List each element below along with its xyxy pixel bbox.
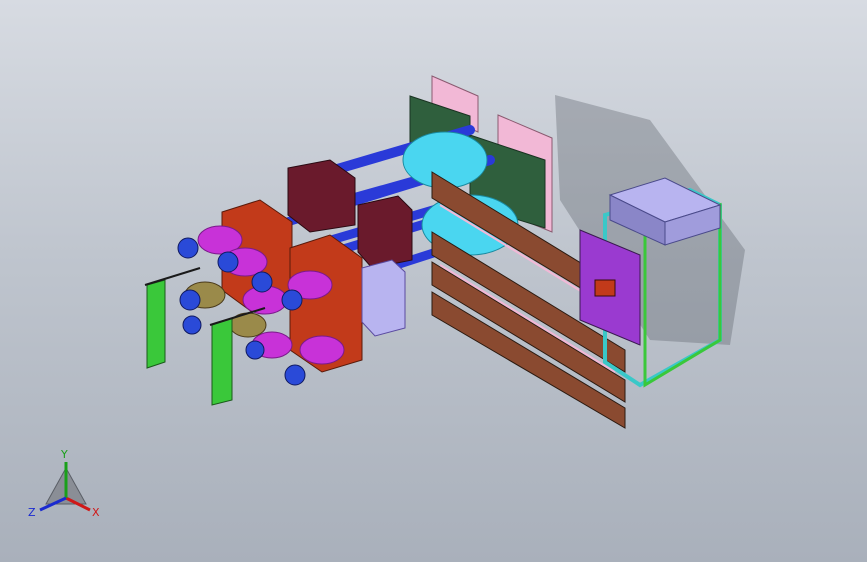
z-axis-label: Z (28, 506, 36, 519)
cad-viewport[interactable]: X Y Z (0, 0, 867, 562)
left-frame-lower (211, 317, 233, 406)
lavender-plate (361, 259, 406, 337)
assembly-model[interactable] (0, 0, 867, 562)
left-frame-upper (146, 279, 166, 369)
left-frame-rail-1 (144, 267, 201, 286)
maroon-block-upper (287, 159, 356, 233)
x-axis-label: X (92, 506, 100, 519)
orientation-triad[interactable]: X Y Z (24, 446, 108, 526)
y-axis-label: Y (60, 448, 68, 461)
maroon-block-lower (357, 195, 413, 269)
